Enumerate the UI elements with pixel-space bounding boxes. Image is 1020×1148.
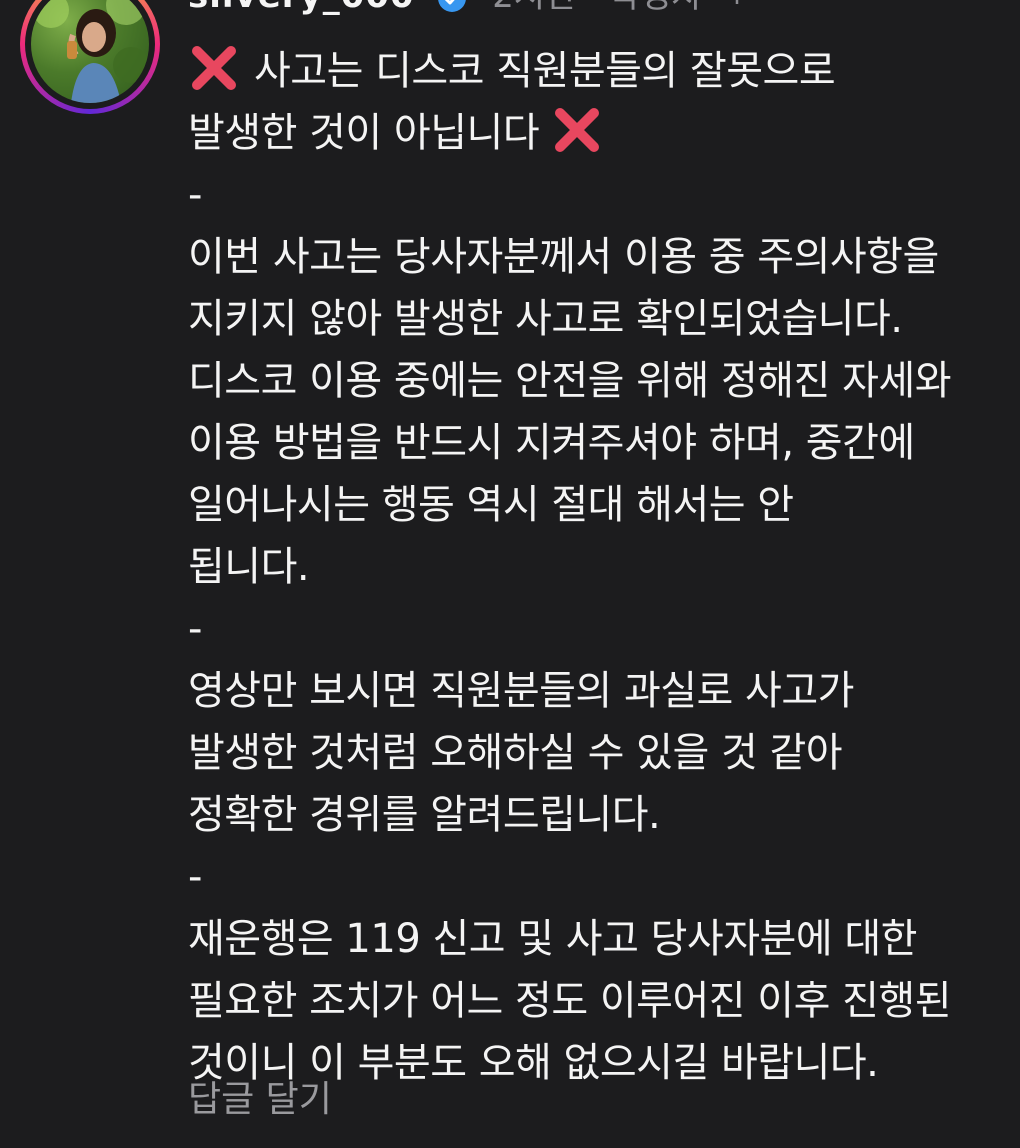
comment-meta: 2시간 · 작성자 xyxy=(492,0,702,16)
username[interactable]: silvery_000 xyxy=(188,0,415,16)
comment-title-text-1: 사고는 디스코 직원분들의 잘못으로 xyxy=(254,48,836,94)
comment-header: silvery_000 2시간 · 작성자 xyxy=(188,0,750,16)
reply-button[interactable]: 답글 달기 xyxy=(188,1072,332,1128)
comment-text-line: 재운행은 119 신고 및 사고 당사자분에 대한 xyxy=(188,916,917,962)
comment-text-line: 발생한 것처럼 오해하실 수 있을 것 같아 xyxy=(188,730,843,776)
comment-text-line: 필요한 조치가 어느 정도 이루어진 이후 진행된 xyxy=(188,978,952,1024)
separator: - xyxy=(188,854,202,900)
comment-title-line: 발생한 것이 아닙니다 xyxy=(188,102,1003,164)
verified-badge-icon xyxy=(438,0,467,12)
avatar[interactable] xyxy=(20,0,160,114)
comment-text-line: 영상만 보시면 직원분들의 과실로 사고가 xyxy=(188,668,854,714)
separator: - xyxy=(188,172,202,218)
comment-text-line: 일어나시는 행동 역시 절대 해서는 안 xyxy=(188,482,794,528)
cross-mark-icon xyxy=(192,46,236,90)
separator: - xyxy=(188,606,202,652)
comment-text-line: 정확한 경위를 알려드립니다. xyxy=(188,792,661,838)
comment-body: 사고는 디스코 직원분들의 잘못으로 발생한 것이 아닙니다 - 이번 사고는 … xyxy=(188,40,1003,1094)
comment-text-line: 됩니다. xyxy=(188,544,310,590)
comment-text-line: 이번 사고는 당사자분께서 이용 중 주의사항을 xyxy=(188,234,939,280)
comment-title-line: 사고는 디스코 직원분들의 잘못으로 xyxy=(188,40,1003,102)
comment-text-line: 이용 방법을 반드시 지켜주셔야 하며, 중간에 xyxy=(188,420,915,466)
comment-title-text-2: 발생한 것이 아닙니다 xyxy=(188,110,540,156)
comment-text-line: 지키지 않아 발생한 사고로 확인되었습니다. xyxy=(188,296,903,342)
comment-text-line: 디스코 이용 중에는 안전을 위해 정해진 자세와 xyxy=(188,358,952,404)
cross-mark-icon xyxy=(555,108,600,152)
pin-icon xyxy=(724,0,750,16)
